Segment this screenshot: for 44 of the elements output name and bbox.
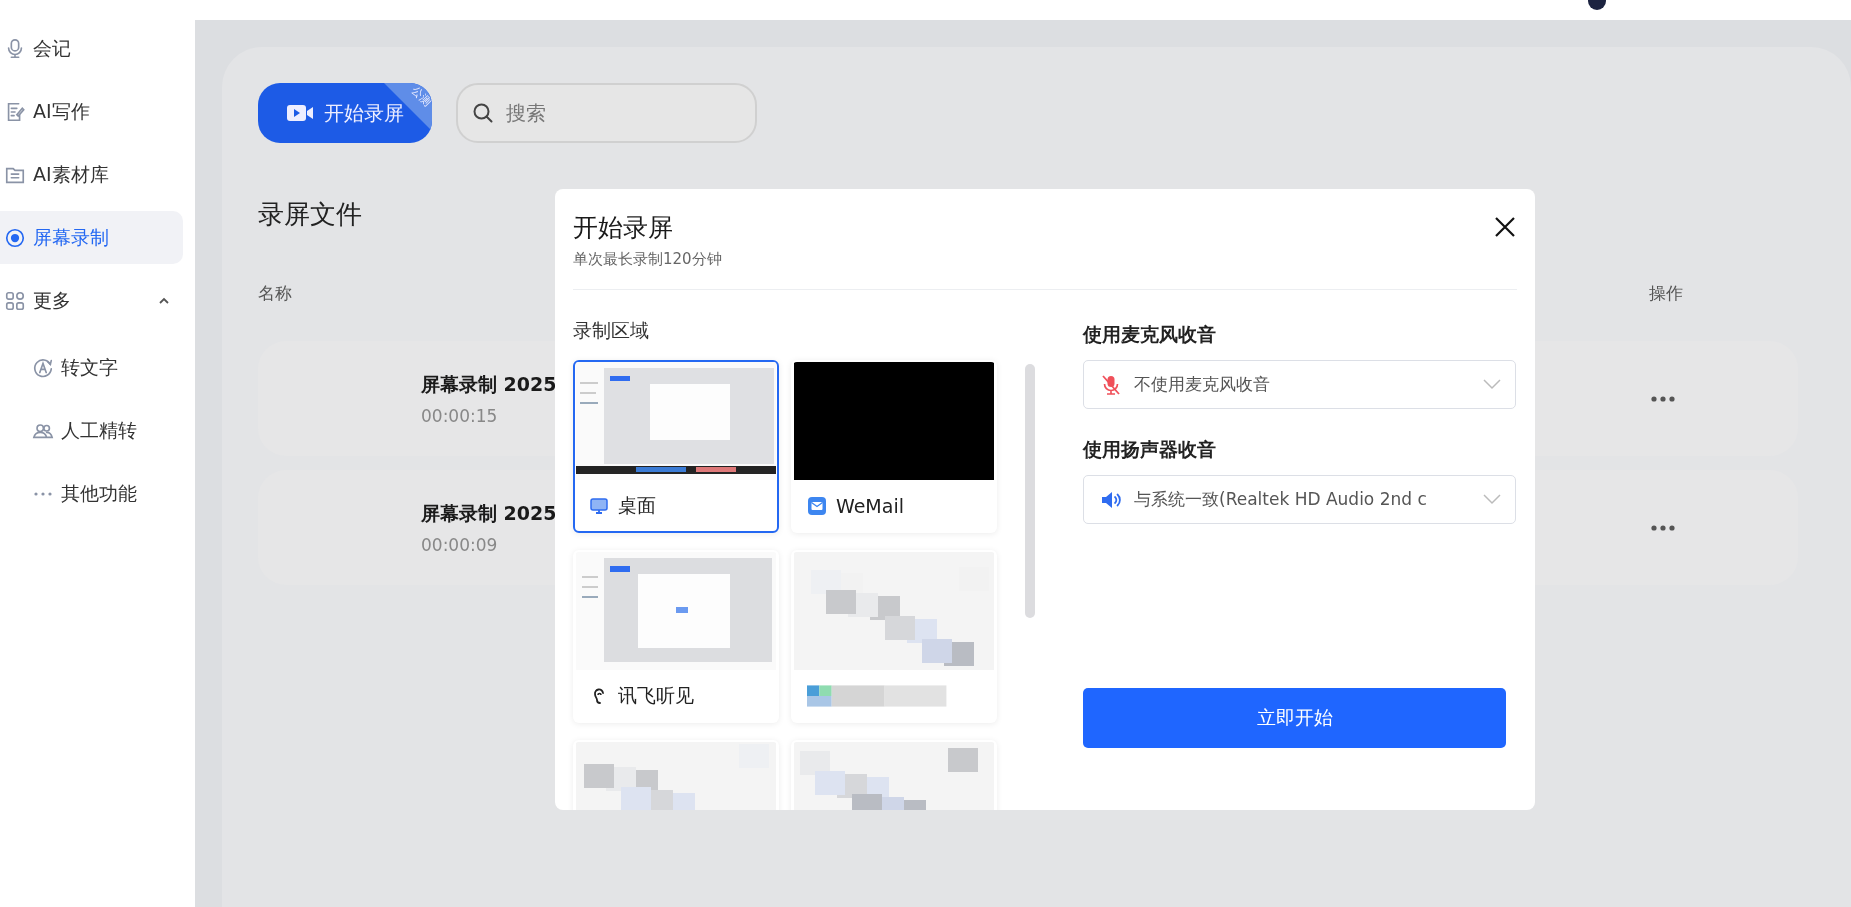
more-icon[interactable] xyxy=(1650,523,1676,532)
column-header: 操作 xyxy=(1649,282,1683,305)
source-label: 讯飞听见 xyxy=(618,682,694,708)
sidebar-item[interactable]: AI素材库 xyxy=(0,148,183,201)
speaker-select[interactable]: 与系统一致(Realtek HD Audio 2nd c xyxy=(1083,475,1516,524)
grid-icon xyxy=(4,289,26,312)
file-duration: 00:00:15 xyxy=(421,405,499,426)
start-now-button[interactable]: 立即开始 xyxy=(1083,688,1506,748)
sidebar-item[interactable]: 更多 xyxy=(0,274,183,327)
start-recording-button[interactable]: 开始录屏 公测 xyxy=(258,83,432,143)
dialog-subtitle: 单次最长录制120分钟 xyxy=(573,250,722,269)
record-icon xyxy=(4,226,26,249)
scrollbar[interactable] xyxy=(1025,364,1035,618)
close-icon[interactable] xyxy=(1493,215,1517,239)
area-label: 录制区域 xyxy=(573,318,650,343)
search-field[interactable]: 搜索 xyxy=(456,83,757,143)
envelope-icon xyxy=(807,495,827,516)
dialog-title: 开始录屏 xyxy=(573,212,674,244)
sidebar-item[interactable]: AI写作 xyxy=(0,85,183,138)
chevron-down-icon xyxy=(1483,493,1501,506)
monitor-icon xyxy=(589,495,609,516)
field-label: 使用扬声器收音 xyxy=(1083,437,1217,462)
sidebar-item[interactable]: 其他功能 xyxy=(0,467,183,520)
microphone-select[interactable]: 不使用麦克风收音 xyxy=(1083,360,1516,409)
sidebar-item[interactable]: 人工精转 xyxy=(0,404,183,457)
dots-icon xyxy=(32,490,54,497)
source-label: 桌面 xyxy=(618,492,656,518)
source-card[interactable]: WeMail xyxy=(791,360,997,533)
source-card[interactable]: 讯飞听见 xyxy=(573,550,779,723)
section-title: 录屏文件 xyxy=(258,198,362,231)
file-name: 屏幕录制 2025 xyxy=(421,500,557,526)
column-header: 名称 xyxy=(258,282,292,305)
field-label: 使用麦克风收音 xyxy=(1083,322,1217,347)
file-duration: 00:00:09 xyxy=(421,534,499,555)
source-label: WeMail xyxy=(836,494,904,517)
file-name: 屏幕录制 2025 xyxy=(421,371,557,397)
text-convert-icon xyxy=(32,356,54,379)
chevron-down-icon xyxy=(1483,378,1501,391)
more-icon[interactable] xyxy=(1650,394,1676,403)
sidebar-item[interactable]: 转文字 xyxy=(0,341,183,394)
sidebar-item[interactable]: 屏幕录制 xyxy=(0,211,183,264)
sidebar-item[interactable]: 会记 xyxy=(0,22,183,75)
source-card[interactable]: 桌面 xyxy=(573,360,779,533)
video-camera-icon xyxy=(286,103,314,123)
